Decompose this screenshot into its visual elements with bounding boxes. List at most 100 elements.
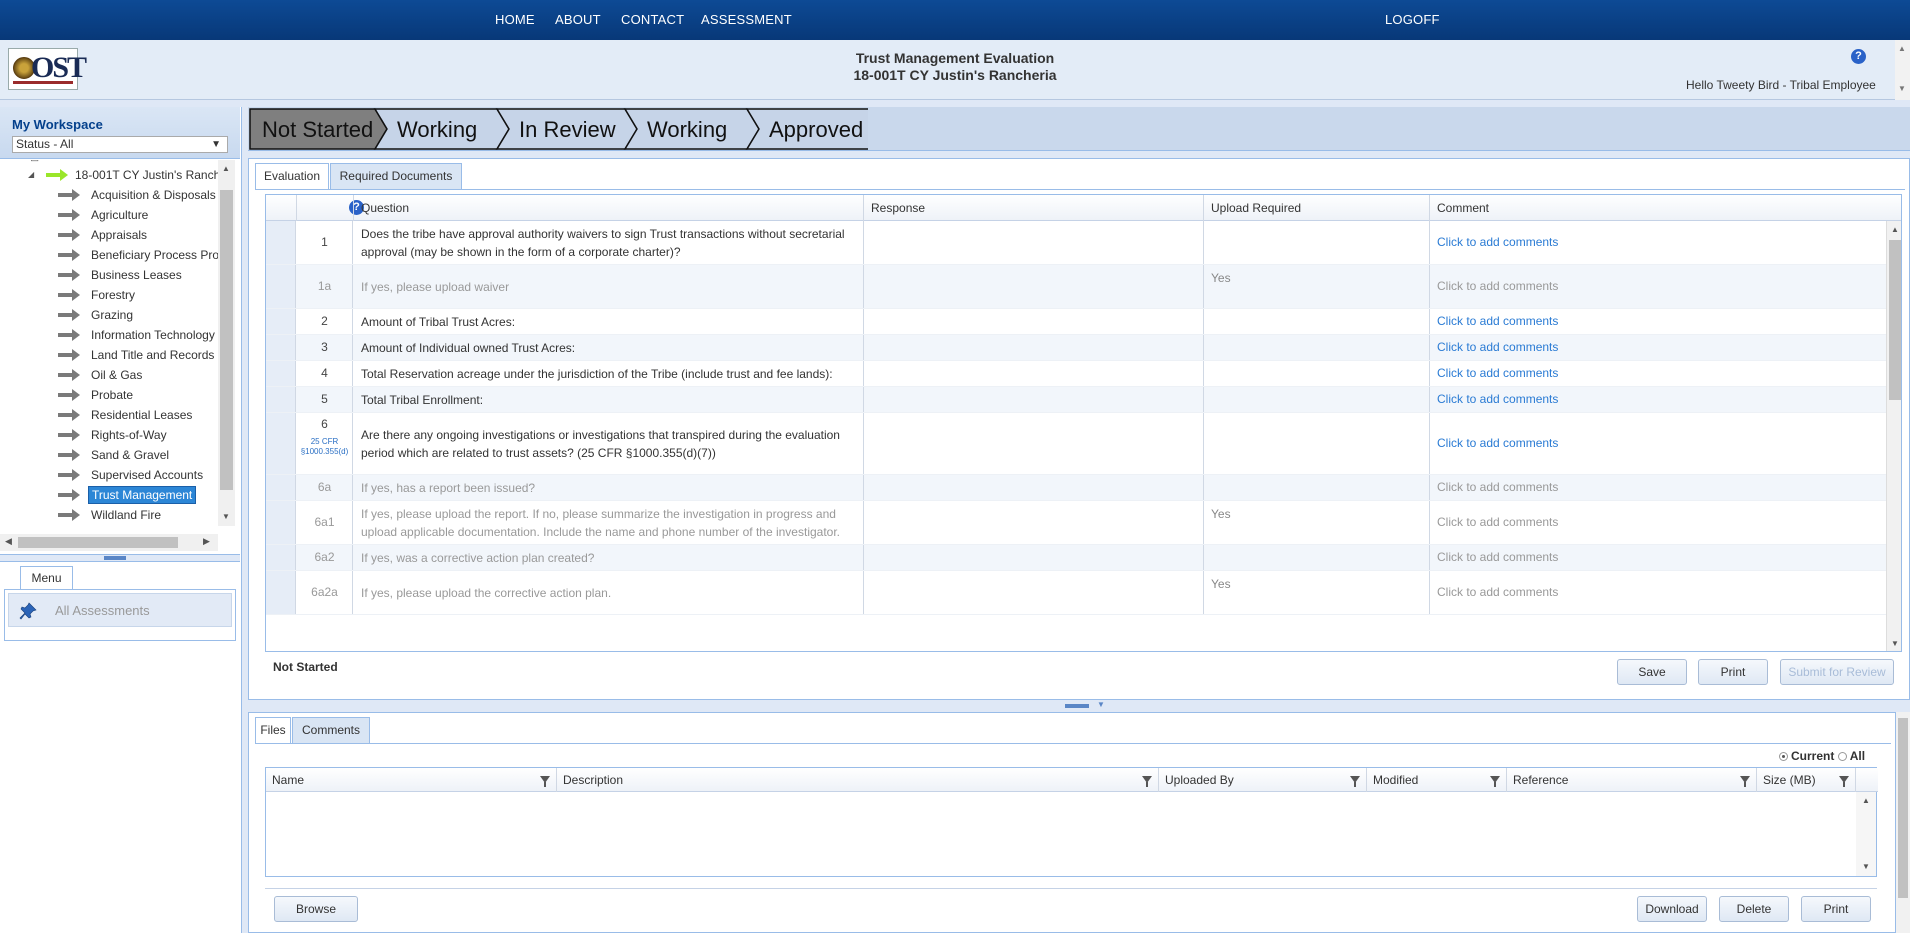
- response-cell[interactable]: [863, 571, 864, 614]
- add-comment-link[interactable]: Click to add comments: [1437, 314, 1558, 328]
- filter-icon[interactable]: [1142, 776, 1152, 787]
- help-icon[interactable]: ?: [1851, 49, 1866, 64]
- status-filter-select[interactable]: Status - All ▼: [12, 136, 228, 153]
- table-row[interactable]: 6a2a If yes, please upload the corrective…: [266, 571, 1886, 615]
- all-assessments-menu-item[interactable]: All Assessments: [8, 593, 232, 627]
- header-scrollbar[interactable]: ▲ ▼: [1895, 40, 1910, 100]
- scroll-thumb[interactable]: [1889, 240, 1901, 400]
- submit-for-review-button[interactable]: Submit for Review: [1780, 659, 1894, 685]
- tab-required-documents[interactable]: Required Documents: [330, 163, 462, 189]
- nav-home-link[interactable]: HOME: [495, 12, 535, 27]
- citation-link[interactable]: 25 CFR §1000.355(d): [296, 437, 353, 457]
- filter-icon[interactable]: [1740, 776, 1750, 787]
- browse-button[interactable]: Browse: [274, 896, 358, 922]
- scroll-up-icon[interactable]: ▲: [1891, 225, 1899, 234]
- scroll-up-icon[interactable]: ▲: [222, 164, 230, 173]
- filter-icon[interactable]: [1839, 776, 1849, 787]
- column-response[interactable]: Response: [863, 195, 1203, 221]
- panel-splitter[interactable]: [0, 554, 240, 562]
- nav-about-link[interactable]: ABOUT: [555, 12, 601, 27]
- column-name[interactable]: Name: [266, 768, 557, 792]
- scroll-thumb[interactable]: [220, 190, 233, 490]
- radio-selected-icon[interactable]: [1779, 752, 1788, 761]
- scroll-right-icon[interactable]: ▶: [203, 536, 210, 547]
- table-row[interactable]: 5 Total Tribal Enrollment: Click to add co…: [266, 387, 1886, 413]
- files-print-button[interactable]: Print: [1801, 896, 1871, 922]
- column-uploaded-by[interactable]: Uploaded By: [1159, 768, 1367, 792]
- collapse-icon[interactable]: ◢: [28, 166, 34, 184]
- response-cell[interactable]: [863, 361, 864, 386]
- radio-icon[interactable]: [1837, 752, 1847, 761]
- download-button[interactable]: Download: [1637, 896, 1707, 922]
- scroll-down-icon[interactable]: ▼: [222, 512, 230, 521]
- response-cell[interactable]: [863, 545, 864, 570]
- add-comment-link[interactable]: Click to add comments: [1437, 550, 1558, 564]
- response-cell[interactable]: [863, 221, 864, 264]
- scroll-thumb[interactable]: [18, 537, 178, 548]
- filter-icon[interactable]: [540, 776, 550, 787]
- column-description[interactable]: Description: [557, 768, 1159, 792]
- add-comment-link[interactable]: Click to add comments: [1437, 279, 1558, 293]
- radio-all[interactable]: All: [1837, 749, 1865, 763]
- add-comment-link[interactable]: Click to add comments: [1437, 585, 1558, 599]
- scroll-down-icon[interactable]: ▼: [1898, 84, 1906, 93]
- column-size[interactable]: Size (MB): [1757, 768, 1856, 792]
- table-row[interactable]: 1 Does the tribe have approval authority …: [266, 221, 1886, 265]
- table-row[interactable]: 6a1 If yes, please upload the report. If …: [266, 501, 1886, 545]
- add-comment-link[interactable]: Click to add comments: [1437, 515, 1558, 529]
- filter-icon[interactable]: [1490, 776, 1500, 787]
- scroll-up-icon[interactable]: ▲: [1898, 44, 1906, 53]
- response-cell[interactable]: [863, 387, 864, 412]
- table-row[interactable]: 4 Total Reservation acreage under the jur…: [266, 361, 1886, 387]
- tab-comments[interactable]: Comments: [292, 717, 370, 743]
- column-comment[interactable]: Comment: [1429, 195, 1886, 221]
- add-comment-link[interactable]: Click to add comments: [1437, 392, 1558, 406]
- scroll-down-icon[interactable]: ▼: [1862, 862, 1870, 871]
- table-row[interactable]: 6a If yes, has a report been issued? Click…: [266, 475, 1886, 501]
- scroll-thumb[interactable]: [1898, 718, 1908, 898]
- column-reference[interactable]: Reference: [1507, 768, 1757, 792]
- add-comment-link[interactable]: Click to add comments: [1437, 436, 1558, 450]
- files-grid-scrollbar[interactable]: ▲ ▼: [1856, 792, 1876, 876]
- table-row[interactable]: 3 Amount of Individual owned Trust Acres:…: [266, 335, 1886, 361]
- response-cell[interactable]: [863, 309, 864, 334]
- tab-evaluation[interactable]: Evaluation: [255, 163, 329, 190]
- delete-button[interactable]: Delete: [1719, 896, 1789, 922]
- response-cell[interactable]: [863, 335, 864, 360]
- add-comment-link[interactable]: Click to add comments: [1437, 366, 1558, 380]
- panel-splitter[interactable]: ▼: [248, 700, 1910, 712]
- response-cell[interactable]: [863, 265, 864, 308]
- table-row[interactable]: 2 Amount of Tribal Trust Acres: Click to a…: [266, 309, 1886, 335]
- add-comment-link[interactable]: Click to add comments: [1437, 340, 1558, 354]
- table-row[interactable]: 1a If yes, please upload waiver Yes Click t…: [266, 265, 1886, 309]
- question-number: 1: [296, 221, 353, 264]
- table-row[interactable]: 6 25 CFR §1000.355(d) Are there any ongoin…: [266, 413, 1886, 475]
- add-comment-link[interactable]: Click to add comments: [1437, 480, 1558, 494]
- table-row[interactable]: 6a2 If yes, was a corrective action plan …: [266, 545, 1886, 571]
- column-upload-required[interactable]: Upload Required: [1203, 195, 1429, 221]
- response-cell[interactable]: [863, 413, 864, 474]
- save-button[interactable]: Save: [1617, 659, 1687, 685]
- scroll-up-icon[interactable]: ▲: [1862, 796, 1870, 805]
- workflow-step-label: In Review: [519, 117, 616, 142]
- response-cell[interactable]: [863, 501, 864, 544]
- tab-menu[interactable]: Menu: [20, 566, 73, 590]
- scroll-down-icon[interactable]: ▼: [1891, 639, 1899, 648]
- column-modified[interactable]: Modified: [1367, 768, 1507, 792]
- filter-icon[interactable]: [1350, 776, 1360, 787]
- nav-contact-link[interactable]: CONTACT: [621, 12, 684, 27]
- page-scrollbar[interactable]: [1896, 712, 1910, 933]
- response-cell[interactable]: [863, 475, 864, 500]
- column-question[interactable]: Question: [353, 195, 863, 221]
- grid-scrollbar[interactable]: ▲ ▼: [1886, 221, 1901, 651]
- scroll-left-icon[interactable]: ◀: [5, 536, 12, 547]
- print-button[interactable]: Print: [1698, 659, 1768, 685]
- nav-assessment-link[interactable]: ASSESSMENT: [701, 12, 792, 27]
- tree-scrollbar[interactable]: ▲ ▼: [218, 160, 235, 526]
- tab-files[interactable]: Files: [255, 717, 291, 744]
- tree-year-node[interactable]: ⊟: [30, 160, 62, 167]
- tree-horizontal-scrollbar[interactable]: ◀ ▶: [0, 534, 218, 551]
- add-comment-link[interactable]: Click to add comments: [1437, 235, 1558, 249]
- radio-current[interactable]: Current: [1779, 749, 1834, 763]
- nav-logoff-link[interactable]: LOGOFF: [1385, 12, 1440, 27]
